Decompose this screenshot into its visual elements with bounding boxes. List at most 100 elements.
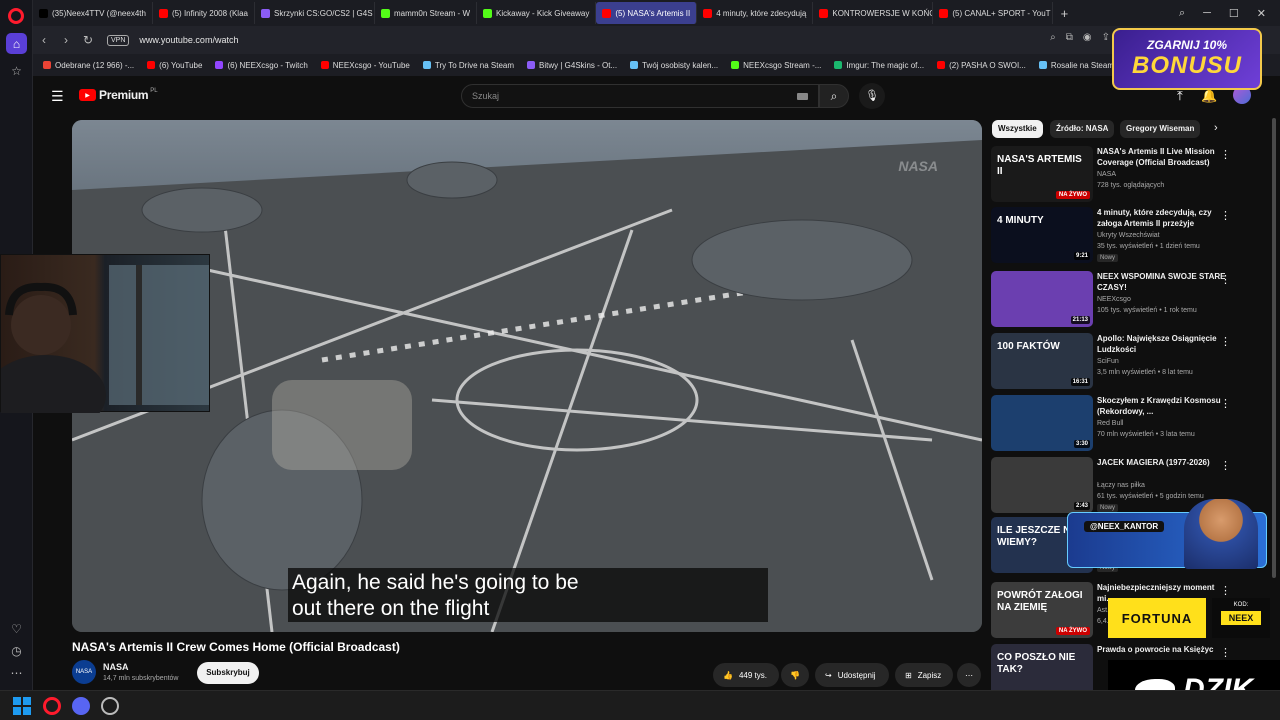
share-button[interactable]: ↪ Udostępnij [815, 663, 889, 687]
recommendation-title[interactable]: NEEX WSPOMINA SWOJE STARE CZASY! [1097, 271, 1227, 293]
camera-icon[interactable]: ◉ [1083, 32, 1092, 43]
recommendation-channel[interactable]: Red Bull [1097, 420, 1123, 427]
upload-icon[interactable]: ⤒ [1177, 88, 1183, 104]
channel-name[interactable]: NASA [103, 662, 129, 672]
tab-8[interactable]: (5) CANAL+ SPORT - YouT [933, 2, 1054, 24]
tab-7[interactable]: KONTROWERSJE W KOŃC [813, 2, 934, 24]
youtube-logo[interactable]: ▶ Premium PL [79, 88, 158, 102]
recommendation-channel[interactable]: Ukryty Wszechświat [1097, 232, 1160, 239]
recommendation-channel[interactable]: Łączy nas piłka [1097, 482, 1145, 489]
more-options-icon[interactable]: ⋮ [1220, 459, 1231, 472]
video-thumbnail[interactable]: 4 MINUTY 9:21 [991, 207, 1093, 263]
tab-2[interactable]: Skrzynki CS:GO/CS2 | G4S [255, 2, 375, 24]
forward-icon[interactable]: › [55, 33, 77, 47]
recommendation-item[interactable]: 100 FAKTÓW 16:31 Apollo: Największe Osiągn… [991, 333, 1241, 391]
tab-0[interactable]: (35)Neex4TTV (@neex4th [33, 2, 153, 24]
recommendation-title[interactable]: 4 minuty, które zdecydują, czy załoga Ar… [1097, 207, 1227, 229]
more-options-icon[interactable]: ⋮ [1220, 584, 1231, 597]
mic-icon[interactable]: 🎙 [859, 83, 885, 109]
opera-taskbar-icon[interactable] [43, 697, 61, 715]
search-icon[interactable]: ⌕ [1050, 32, 1056, 43]
video-thumbnail[interactable]: 2:43 [991, 457, 1093, 513]
chevron-right-icon[interactable]: › [1214, 122, 1218, 134]
maximize-icon[interactable]: ☐ [1229, 7, 1239, 20]
recommendation-title[interactable]: Apollo: Największe Osiągnięcie Ludzkości [1097, 333, 1227, 355]
opera-logo-icon[interactable] [8, 8, 24, 24]
bookmark-item[interactable]: (2) PASHA O SWOI... [937, 61, 1026, 70]
channel-avatar[interactable]: NASA [72, 660, 96, 684]
tab-3[interactable]: mamm0n Stream - W [375, 2, 477, 24]
search-tabs-icon[interactable]: ⌕ [1179, 7, 1185, 20]
more-options-icon[interactable]: ⋮ [1220, 646, 1231, 659]
reload-icon[interactable]: ↻ [77, 33, 99, 47]
bookmark-item[interactable]: Bitwy | G4Skins - Ot... [527, 61, 617, 70]
home-icon[interactable]: ⌂ [6, 33, 27, 54]
vpn-badge[interactable]: VPN [107, 34, 130, 46]
video-thumbnail[interactable]: 100 FAKTÓW 16:31 [991, 333, 1093, 389]
recommendation-title[interactable]: JACEK MAGIERA (1977-2026) [1097, 457, 1227, 468]
minimize-icon[interactable]: ─ [1203, 7, 1211, 19]
video-thumbnail[interactable]: 21:13 [991, 271, 1093, 327]
back-icon[interactable]: ‹ [33, 33, 55, 47]
recommendation-channel[interactable]: NASA [1097, 171, 1116, 178]
recommendation-title[interactable]: Prawda o powrocie na Księżyc [1097, 644, 1227, 655]
dislike-button[interactable]: 👎 [781, 663, 809, 687]
recommendation-item[interactable]: 21:13 NEEX WSPOMINA SWOJE STARE CZASY! NEE… [991, 271, 1241, 329]
bookmark-item[interactable]: (6) YouTube [147, 61, 202, 70]
share-label: Udostępnij [837, 670, 876, 680]
star-icon[interactable]: ☆ [6, 60, 27, 81]
bookmark-item[interactable]: NEEXcsgo - YouTube [320, 61, 410, 70]
video-thumbnail[interactable]: NASA'S ARTEMIS II NA ŻYWO [991, 146, 1093, 202]
discord-icon[interactable] [72, 697, 90, 715]
tab-4[interactable]: Kickaway - Kick Giveaway [477, 2, 597, 24]
subscribe-button[interactable]: Subskrybuj [197, 662, 259, 684]
bookmark-item[interactable]: (6) NEEXcsgo - Twitch [215, 61, 308, 70]
more-actions-button[interactable]: ⋯ [957, 663, 981, 687]
app-icon[interactable] [101, 697, 119, 715]
more-icon[interactable]: ⋯ [6, 662, 27, 683]
bookmark-item[interactable]: Imgur: The magic of... [834, 61, 924, 70]
bookmark-item[interactable]: NEEXcsgo Stream -... [731, 61, 821, 70]
close-icon[interactable]: ✕ [1257, 7, 1266, 20]
url-field[interactable]: www.youtube.com/watch [139, 35, 238, 45]
more-options-icon[interactable]: ⋮ [1220, 148, 1231, 161]
tab-1[interactable]: (5) Infinity 2008 (Klaa [153, 2, 255, 24]
bookmark-label: Rosalie na Steam [1050, 60, 1114, 70]
history-icon[interactable]: ◷ [6, 640, 27, 661]
recommendation-title[interactable]: NASA's Artemis II Live Mission Coverage … [1097, 146, 1227, 168]
more-options-icon[interactable]: ⋮ [1220, 397, 1231, 410]
bookmark-item[interactable]: Twój osobisty kalen... [630, 61, 718, 70]
save-button[interactable]: ⊞ Zapisz [895, 663, 953, 687]
extensions-icon[interactable]: ⧉ [1066, 32, 1073, 43]
more-options-icon[interactable]: ⋮ [1220, 273, 1231, 286]
share-icon[interactable]: ⇪ [1102, 32, 1110, 43]
search-input[interactable]: Szukaj [461, 84, 819, 108]
recommendation-channel[interactable]: SciFun [1097, 358, 1119, 365]
tab-6[interactable]: 4 minuty, które zdecydują [697, 2, 814, 24]
recommendation-item[interactable]: NASA'S ARTEMIS II NA ŻYWO NASA's Artemis I… [991, 146, 1241, 204]
bookmark-item[interactable]: Odebrane (12 966) -... [43, 61, 134, 70]
page-scrollbar[interactable] [1272, 118, 1276, 578]
bookmark-item[interactable]: Try To Drive na Steam [422, 61, 514, 70]
keyboard-icon[interactable] [797, 93, 808, 100]
chip-all[interactable]: Wszystkie [992, 120, 1043, 138]
new-tab-icon[interactable]: + [1053, 6, 1075, 21]
chip-source-nasa[interactable]: Źródło: NASA [1050, 120, 1115, 138]
search-button[interactable]: ⌕ [819, 84, 849, 108]
chip-gregory-wiseman[interactable]: Gregory Wiseman [1120, 120, 1201, 138]
heart-icon[interactable]: ♡ [6, 618, 27, 639]
recommendation-title[interactable]: Skoczyłem z Krawędzi Kosmosu (Rekordowy,… [1097, 395, 1227, 417]
recommendation-item[interactable]: 4 MINUTY 9:21 4 minuty, które zdecydują, c… [991, 207, 1241, 265]
more-options-icon[interactable]: ⋮ [1220, 209, 1231, 222]
video-thumbnail[interactable]: POWRÓT ZAŁOGI NA ZIEMIĘ NA ŻYWO [991, 582, 1093, 638]
recommendation-channel[interactable]: NEEXcsgo [1097, 296, 1131, 303]
more-options-icon[interactable]: ⋮ [1220, 335, 1231, 348]
video-thumbnail[interactable]: 3:30 [991, 395, 1093, 451]
tab-5[interactable]: (5) NASA's Artemis II [596, 2, 698, 24]
bell-icon[interactable]: 🔔 [1201, 88, 1217, 104]
windows-start-icon[interactable] [13, 697, 31, 715]
like-button[interactable]: 👍 449 tys. [713, 663, 779, 687]
menu-icon[interactable]: ☰ [51, 88, 64, 105]
bookmark-item[interactable]: Rosalie na Steam [1038, 60, 1114, 70]
recommendation-item[interactable]: 3:30 Skoczyłem z Krawędzi Kosmosu (Rekord… [991, 395, 1241, 453]
